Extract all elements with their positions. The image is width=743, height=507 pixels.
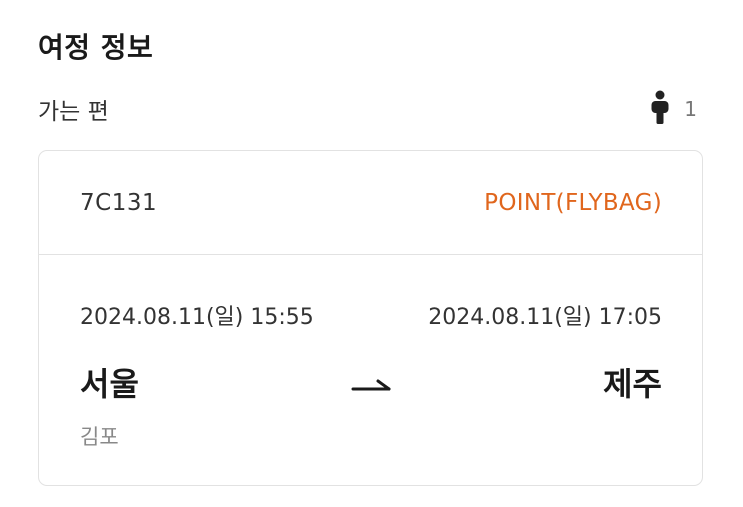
passenger-count: 1 — [684, 97, 697, 121]
flight-card: 7C131 POINT(FLYBAG) 2024.08.11(일) 15:55 … — [38, 150, 703, 486]
departure-airport: 김포 — [80, 425, 119, 449]
flight-card-body: 2024.08.11(일) 15:55 2024.08.11(일) 17:05 … — [39, 255, 702, 485]
passenger-summary: 1 — [650, 90, 697, 128]
arrival-datetime: 2024.08.11(일) 17:05 — [428, 305, 662, 330]
flight-number: 7C131 — [80, 189, 158, 216]
person-icon — [650, 90, 670, 128]
leg-label: 가는 편 — [38, 99, 109, 125]
flight-card-header: 7C131 POINT(FLYBAG) — [39, 151, 702, 255]
arrival-city: 제주 — [603, 365, 662, 403]
fare-class: POINT(FLYBAG) — [484, 189, 662, 216]
departure-datetime: 2024.08.11(일) 15:55 — [80, 305, 314, 330]
section-title: 여정 정보 — [38, 31, 154, 64]
departure-city: 서울 — [80, 365, 139, 403]
arrow-right-icon — [351, 373, 393, 397]
leg-header: 가는 편 1 — [38, 90, 697, 128]
